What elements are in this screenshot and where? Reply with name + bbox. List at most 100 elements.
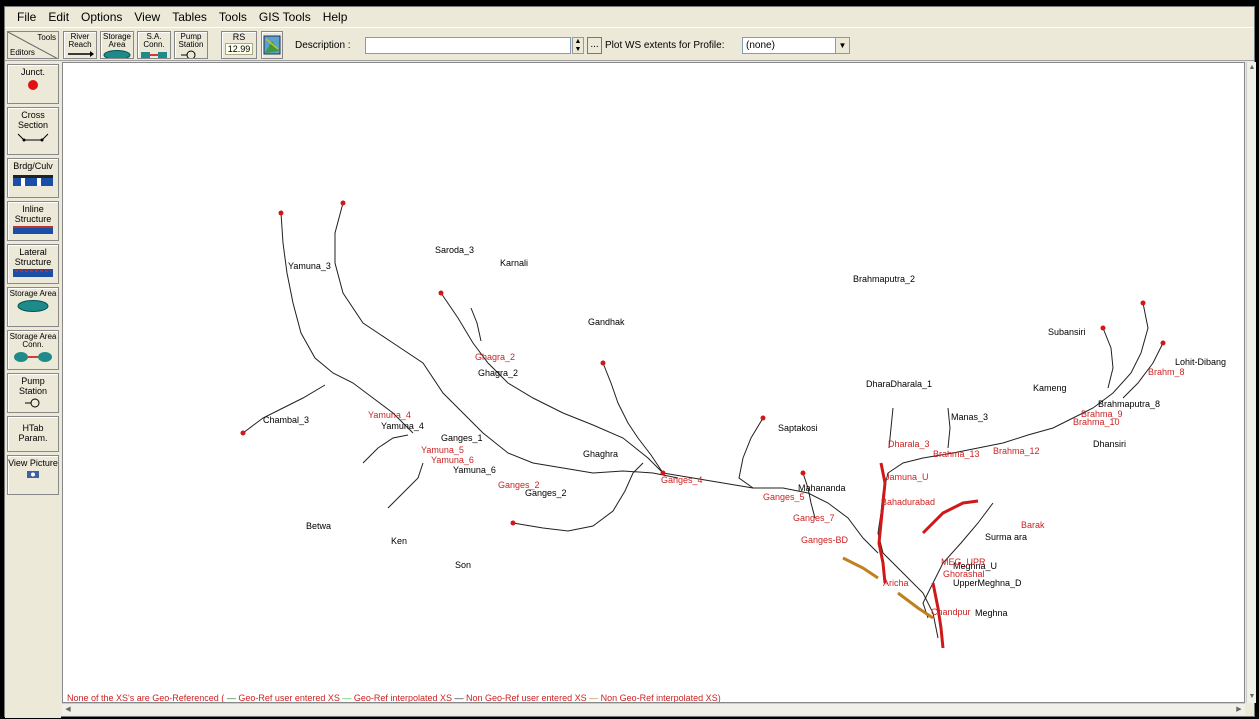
junction-dot[interactable]	[800, 470, 806, 476]
reach-saptakosi[interactable]	[738, 417, 764, 489]
cross-section-markers	[842, 462, 979, 649]
lateral-structure-button[interactable]: Lateral Structure	[7, 244, 59, 284]
label-meg-upr: MEG_UPR	[941, 557, 986, 567]
cross-section-icon	[17, 133, 49, 142]
reach-chambal[interactable]	[242, 384, 326, 434]
storage-area-conn-button[interactable]: Storage Area Conn.	[7, 330, 59, 370]
junction-dot[interactable]	[600, 360, 606, 366]
label-ganges-1: Ganges_1	[441, 433, 483, 443]
junction-dot[interactable]	[510, 520, 516, 526]
reach-ghagra[interactable]	[440, 292, 664, 474]
rs-button[interactable]: RS 12.99	[221, 31, 257, 59]
scroll-up-icon[interactable]: ▲	[1247, 62, 1257, 74]
label-dharala-3: Dharala_3	[888, 439, 930, 449]
scroll-left-icon[interactable]: ◀	[62, 704, 74, 716]
lateral-structure-label: Lateral Structure	[14, 247, 52, 267]
menu-tables[interactable]: Tables	[166, 7, 213, 27]
bridge-culvert-button[interactable]: Brdg/Culv	[7, 158, 59, 198]
inline-structure-button[interactable]: Inline Structure	[7, 201, 59, 241]
label-manas-3: Manas_3	[951, 412, 988, 422]
description-browse-button[interactable]: ...	[587, 37, 602, 54]
storage-area-icon	[103, 50, 131, 58]
reach-subansiri[interactable]	[1102, 327, 1114, 389]
tools-label: Tools	[37, 33, 56, 42]
river-network-map[interactable]: Saroda_3 Karnali Brahmaputra_2 Gandhak S…	[63, 63, 1245, 703]
reach-saroda[interactable]	[470, 307, 482, 342]
map-icon	[263, 35, 281, 55]
menu-help[interactable]: Help	[317, 7, 354, 27]
reach-ken[interactable]	[387, 462, 424, 509]
label-brahma-10: Brahma_10	[1073, 417, 1120, 427]
htab-param-button[interactable]: HTab Param.	[7, 416, 59, 452]
pump-station-button[interactable]: Pump Station	[174, 31, 208, 59]
menu-gis-tools[interactable]: GIS Tools	[253, 7, 317, 27]
schematic-canvas[interactable]: Saroda_3 Karnali Brahmaputra_2 Gandhak S…	[62, 62, 1245, 703]
reach-manas[interactable]	[947, 407, 951, 449]
label-ghaghra: Ghaghra	[583, 449, 618, 459]
label-ganges-4: Ganges_4	[661, 475, 703, 485]
toolbar: Tools Editors River Reach Storage Area S…	[5, 27, 1254, 61]
menu-edit[interactable]: Edit	[42, 7, 75, 27]
view-picture-button[interactable]: View Picture	[7, 455, 59, 495]
junction-label: Junct.	[20, 67, 45, 77]
reach-yamuna[interactable]	[280, 212, 414, 434]
tools-editors-toggle[interactable]: Tools Editors	[7, 31, 59, 59]
label-subansiri: Subansiri	[1048, 327, 1086, 337]
description-input[interactable]	[365, 37, 571, 54]
chevron-down-icon[interactable]: ▼	[835, 38, 849, 53]
legend-line-geo-interp-icon: —	[342, 693, 354, 703]
menu-tools[interactable]: Tools	[213, 7, 253, 27]
menu-options[interactable]: Options	[75, 7, 128, 27]
label-saroda: Saroda_3	[435, 245, 474, 255]
reach-ganges-upper[interactable]	[334, 202, 679, 479]
junction-button[interactable]: Junct.	[7, 64, 59, 104]
xs-ganges-bd[interactable]	[897, 591, 934, 620]
label-chambal-3: Chambal_3	[263, 415, 309, 425]
junction-dot[interactable]	[1160, 340, 1166, 346]
sa-conn-icon	[14, 352, 52, 362]
river-reach-button[interactable]: River Reach	[63, 31, 97, 59]
junction-dot[interactable]	[278, 210, 284, 216]
label-chandpur: Chandpur	[931, 607, 971, 617]
label-yamuna-4: Yamuna_4	[381, 421, 424, 431]
label-dhansiri: Dhansiri	[1093, 439, 1126, 449]
view-picture-label: View Picture	[8, 458, 58, 468]
plot-ws-label: Plot WS extents for Profile:	[605, 40, 725, 51]
map-layers-button[interactable]	[261, 31, 283, 59]
junction-dot[interactable]	[760, 415, 766, 421]
sa-conn-button[interactable]: S.A. Conn.	[137, 31, 171, 59]
pump-icon	[181, 50, 196, 58]
vertical-scrollbar[interactable]: ▲ ▼	[1246, 62, 1256, 703]
menu-file[interactable]: File	[11, 7, 42, 27]
label-kameng: Kameng	[1033, 383, 1067, 393]
cross-section-button[interactable]: Cross Section	[7, 107, 59, 155]
menu-view[interactable]: View	[128, 7, 166, 27]
junction-dot[interactable]	[1140, 300, 1146, 306]
label-brahma-12: Brahma_12	[993, 446, 1040, 456]
plot-ws-profile-select[interactable]: (none) ▼	[742, 37, 850, 54]
label-ganges-5: Ganges_5	[763, 492, 805, 502]
scroll-right-icon[interactable]: ▶	[1233, 704, 1245, 716]
menu-bar: File Edit Options View Tables Tools GIS …	[5, 7, 1254, 27]
map-legend: None of the XS's are Geo-Referenced ( — …	[67, 693, 721, 703]
horizontal-scrollbar[interactable]: ◀ ▶	[62, 703, 1245, 715]
label-yamuna-6: Yamuna_6	[453, 465, 496, 475]
label-yamuna-5: Yamuna_5	[421, 445, 464, 455]
junction-dot-icon	[28, 80, 38, 90]
xs-padma[interactable]	[842, 556, 879, 580]
storage-area-button[interactable]: Storage Area	[100, 31, 134, 59]
scroll-down-icon[interactable]: ▼	[1247, 691, 1257, 703]
description-spinner[interactable]: ▲ ▼	[572, 37, 584, 54]
junction-dot[interactable]	[438, 290, 444, 296]
rs-value: 12.99	[225, 43, 253, 55]
junction-dot[interactable]	[240, 430, 246, 436]
reach-lower[interactable]	[882, 552, 939, 639]
pump-station-tool-button[interactable]: Pump Station	[7, 373, 59, 413]
label-ganges-7: Ganges_7	[793, 513, 835, 523]
junction-dot[interactable]	[1100, 325, 1106, 331]
cross-section-label: Cross Section	[17, 110, 49, 130]
junction-dot[interactable]	[340, 200, 346, 206]
reach-betwa[interactable]	[362, 434, 409, 464]
legend-geo-interp: Geo-Ref interpolated XS	[353, 693, 452, 703]
storage-area-tool-button[interactable]: Storage Area	[7, 287, 59, 327]
